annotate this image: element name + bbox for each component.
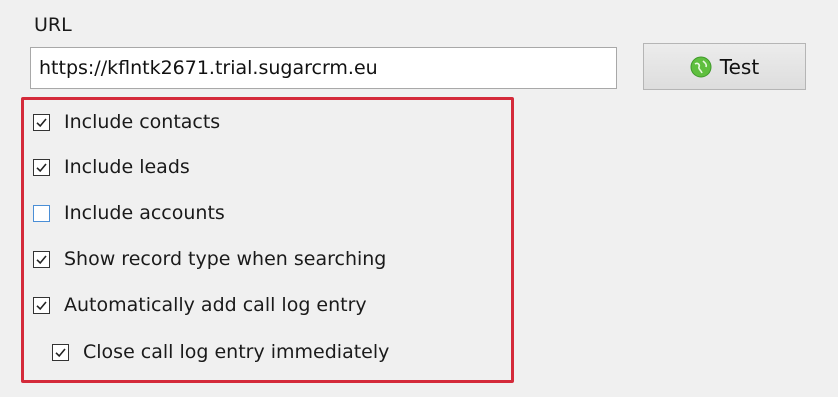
checkmark-icon bbox=[36, 254, 47, 264]
checkbox-5-box[interactable] bbox=[52, 343, 69, 361]
checkbox-4-box[interactable] bbox=[33, 296, 50, 314]
globe-icon bbox=[690, 56, 712, 78]
url-input[interactable] bbox=[30, 47, 617, 89]
include-accounts-checkbox[interactable]: Include accounts bbox=[33, 200, 225, 226]
url-label: URL bbox=[34, 14, 72, 36]
test-button[interactable]: Test bbox=[643, 43, 806, 90]
checkmark-icon bbox=[36, 117, 47, 127]
checkmark-icon bbox=[36, 300, 47, 310]
checkbox-3-box[interactable] bbox=[33, 250, 50, 268]
auto-add-call-log-label: Automatically add call log entry bbox=[64, 294, 367, 316]
settings-panel: URL Test Include contacts Include leads … bbox=[0, 0, 838, 397]
auto-add-call-log-checkbox[interactable]: Automatically add call log entry bbox=[33, 292, 367, 318]
include-accounts-label: Include accounts bbox=[64, 202, 225, 224]
close-call-log-label: Close call log entry immediately bbox=[83, 341, 390, 363]
checkmark-icon bbox=[55, 347, 66, 357]
checkbox-1-box[interactable] bbox=[33, 158, 50, 176]
include-leads-label: Include leads bbox=[64, 156, 190, 178]
close-call-log-checkbox[interactable]: Close call log entry immediately bbox=[52, 339, 389, 365]
include-contacts-label: Include contacts bbox=[64, 111, 221, 133]
show-record-type-checkbox[interactable]: Show record type when searching bbox=[33, 246, 386, 272]
checkbox-0-box[interactable] bbox=[33, 113, 50, 131]
checkbox-2-box[interactable] bbox=[33, 204, 50, 222]
test-button-label: Test bbox=[719, 54, 760, 79]
show-record-type-label: Show record type when searching bbox=[64, 248, 387, 270]
include-contacts-checkbox[interactable]: Include contacts bbox=[33, 109, 220, 135]
include-leads-checkbox[interactable]: Include leads bbox=[33, 154, 190, 180]
checkmark-icon bbox=[36, 162, 47, 172]
